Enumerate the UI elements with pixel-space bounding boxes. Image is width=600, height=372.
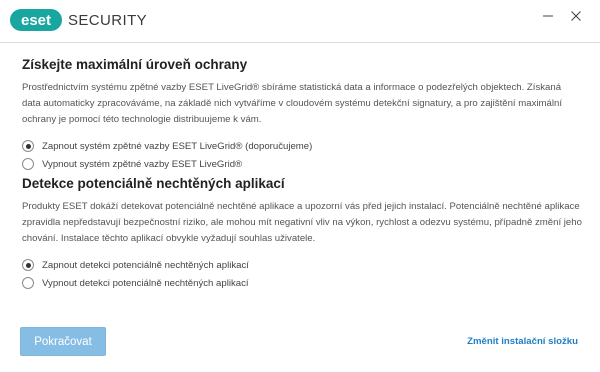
radio-unchecked-icon [22, 158, 34, 170]
minimize-icon [543, 15, 553, 17]
minimize-button[interactable] [534, 4, 562, 28]
close-icon [571, 11, 581, 21]
radio-checked-icon [22, 140, 34, 152]
eset-logo-icon: eset [10, 9, 62, 31]
pua-title: Detekce potenciálně nechtěných aplikací [22, 176, 285, 191]
logo-text: eset [21, 12, 51, 29]
livegrid-section: Získejte maximální úroveň ochrany Prostř… [22, 57, 582, 173]
product-name: SECURITY [68, 11, 148, 29]
livegrid-enable-radio[interactable]: Zapnout systém zpětné vazby ESET LiveGri… [22, 137, 582, 155]
livegrid-disable-label: Vypnout systém zpětné vazby ESET LiveGri… [42, 158, 243, 170]
pua-disable-label: Vypnout detekci potenciálně nechtěných a… [42, 277, 249, 289]
title-divider [0, 42, 600, 43]
pua-disable-radio[interactable]: Vypnout detekci potenciálně nechtěných a… [22, 274, 582, 292]
livegrid-enable-label: Zapnout systém zpětné vazby ESET LiveGri… [42, 140, 313, 152]
close-button[interactable] [562, 4, 590, 28]
radio-unchecked-icon [22, 277, 34, 289]
livegrid-title: Získejte maximální úroveň ochrany [22, 57, 248, 72]
title-bar: eset SECURITY [0, 0, 600, 42]
pua-description: Produkty ESET dokáží detekovat potenciál… [22, 201, 582, 244]
pua-enable-label: Zapnout detekci potenciálně nechtěných a… [42, 259, 249, 271]
livegrid-description: Prostřednictvím systému zpětné vazby ESE… [22, 82, 562, 125]
livegrid-disable-radio[interactable]: Vypnout systém zpětné vazby ESET LiveGri… [22, 155, 582, 173]
pua-section: Detekce potenciálně nechtěných aplikací … [22, 176, 582, 292]
livegrid-radio-group: Zapnout systém zpětné vazby ESET LiveGri… [22, 137, 582, 173]
pua-radio-group: Zapnout detekci potenciálně nechtěných a… [22, 256, 582, 292]
continue-button[interactable]: Pokračovat [20, 327, 106, 356]
radio-checked-icon [22, 259, 34, 271]
eset-logo: eset SECURITY [10, 9, 147, 31]
pua-enable-radio[interactable]: Zapnout detekci potenciálně nechtěných a… [22, 256, 582, 274]
change-install-folder-link[interactable]: Změnit instalační složku [467, 336, 578, 347]
